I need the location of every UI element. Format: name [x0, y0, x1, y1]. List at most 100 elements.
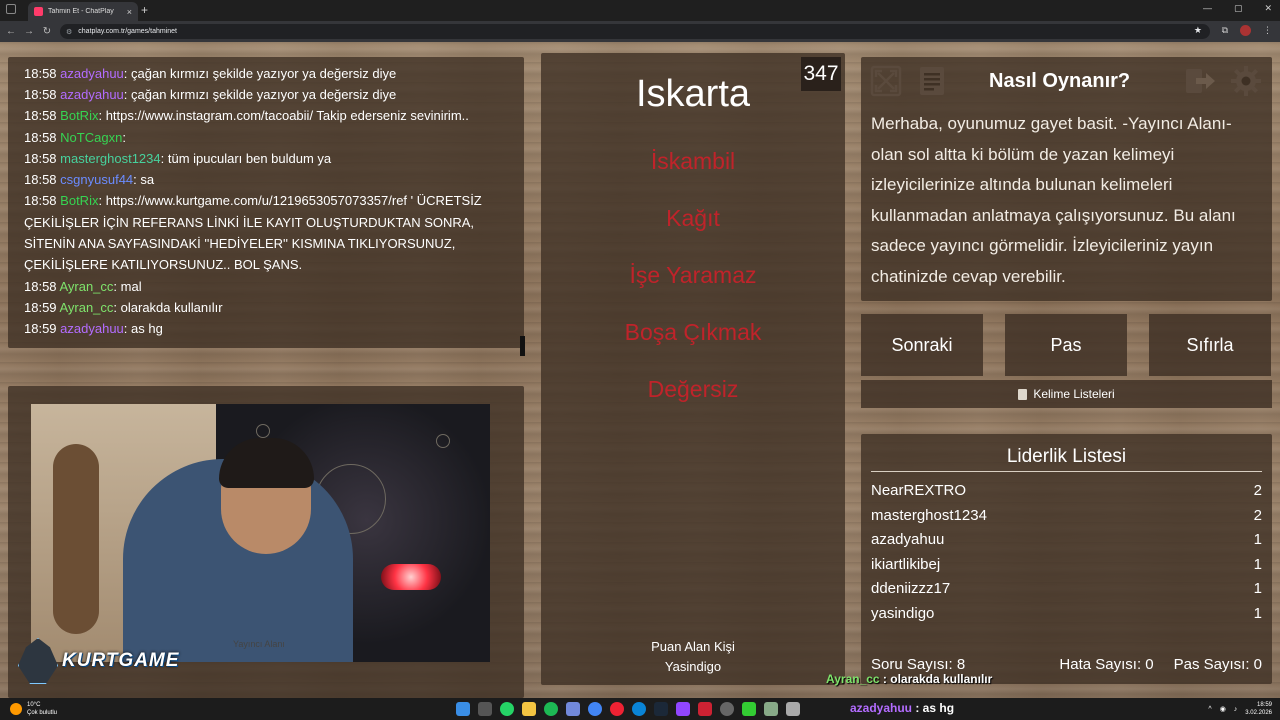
red-lamp: [381, 564, 441, 590]
edge-icon[interactable]: [632, 702, 646, 716]
leaderboard-row: masterghost1234 2: [871, 507, 1262, 524]
start-icon[interactable]: [456, 702, 470, 716]
task-view-icon[interactable]: [478, 702, 492, 716]
taskbar-ticker-message: : as hg: [912, 701, 955, 715]
app-icon[interactable]: [764, 702, 778, 716]
app-icon[interactable]: [742, 702, 756, 716]
leaderboard-row: NearREXTRO 2: [871, 482, 1262, 499]
document-icon[interactable]: [915, 64, 949, 98]
media-icon[interactable]: [698, 702, 712, 716]
pass-button[interactable]: Pas: [1005, 314, 1127, 376]
reset-button[interactable]: Sıfırla: [1149, 314, 1271, 376]
browser-tab[interactable]: Tahmin Et - ChatPlay ×: [28, 2, 138, 21]
steam-icon[interactable]: [654, 702, 668, 716]
weather-temp: 10°C: [27, 702, 41, 708]
chat-message: 18:58 azadyahuu: çağan kırmızı şekilde y…: [24, 84, 508, 105]
chat-text: : çağan kırmızı şekilde yazıyor ya değer…: [123, 66, 397, 81]
chat-username[interactable]: BotRix: [60, 108, 98, 123]
word-lists-button[interactable]: Kelime Listeleri: [861, 380, 1272, 408]
new-tab-button[interactable]: +: [141, 3, 148, 17]
chat-text: :: [122, 129, 126, 145]
leaderboard-row: azadyahuu 1: [871, 531, 1262, 548]
chat-text: : tüm ipucuları ben buldum ya: [160, 150, 332, 166]
tab-list-button[interactable]: [6, 4, 16, 14]
weather-desc: Çok bulutlu: [27, 710, 58, 716]
webcam-ornament: [53, 444, 99, 634]
maximize-button[interactable]: ▢: [1234, 3, 1243, 14]
leaderboard-row: ikiartlikibej 1: [871, 556, 1262, 573]
menu-icon[interactable]: ⋮: [1263, 25, 1272, 36]
weather-text: 10°C Çok bulutlu: [27, 701, 57, 717]
address-bar[interactable]: ⚙ chatplay.com.tr/games/tahminet ★: [60, 24, 1210, 39]
leaderboard-panel: Liderlik Listesi NearREXTRO 2 masterghos…: [861, 434, 1272, 684]
tray-chevron-icon[interactable]: ^: [1208, 706, 1211, 713]
chat-message: 18:59 Ayran_cc: olarakda kullanılır: [24, 297, 508, 318]
chat-username[interactable]: masterghost1234: [60, 151, 160, 166]
back-icon[interactable]: ←: [2, 26, 20, 37]
profile-avatar[interactable]: [1240, 25, 1251, 36]
chat-timestamp: 18:58: [24, 172, 57, 188]
streamer-area-caption: Yayıncı Alanı: [233, 639, 285, 649]
system-tray: ^ ◉ ♪ 18:59 3.02.2026: [1208, 701, 1272, 717]
chat-panel: 18:58 azadyahuu: çağan kırmızı şekilde y…: [8, 57, 524, 348]
twitch-icon[interactable]: [676, 702, 690, 716]
chat-username[interactable]: azadyahuu: [60, 321, 124, 336]
opera-icon[interactable]: [610, 702, 624, 716]
chat-timestamp: 18:58: [24, 108, 57, 124]
word-counter: 347: [801, 57, 841, 91]
minimize-button[interactable]: —: [1203, 3, 1212, 14]
whatsapp-icon[interactable]: [500, 702, 514, 716]
chat-username[interactable]: azadyahuu: [60, 66, 124, 81]
chat-username[interactable]: Ayran_cc: [59, 300, 113, 315]
tab-title: Tahmin Et - ChatPlay: [48, 8, 114, 15]
exit-icon[interactable]: [1183, 64, 1217, 98]
chat-username[interactable]: NoTCagxn: [60, 130, 122, 145]
chat-text: : mal: [113, 278, 142, 294]
network-icon[interactable]: ◉: [1220, 705, 1226, 713]
volume-icon[interactable]: ♪: [1234, 706, 1238, 713]
browser-nav-bar: ← → ↻ ⚙ chatplay.com.tr/games/tahminet ★…: [0, 21, 1280, 42]
forward-icon[interactable]: →: [20, 26, 38, 37]
chat-message: 18:58 NoTCagxn:: [24, 127, 508, 148]
logo-text: KURTGAME: [62, 650, 180, 671]
weather-widget[interactable]: 10°C Çok bulutlu: [10, 701, 57, 717]
player-score: 1: [1253, 556, 1262, 573]
chat-timestamp: 18:59: [24, 321, 57, 337]
help-text: Merhaba, oyunumuz gayet basit. -Yayıncı …: [871, 114, 1236, 286]
chrome-icon[interactable]: [588, 702, 602, 716]
chat-username[interactable]: Ayran_cc: [59, 279, 113, 294]
chat-scrollbar[interactable]: [520, 336, 525, 356]
bookmark-star-icon[interactable]: ★: [1194, 25, 1202, 36]
close-window-button[interactable]: ✕: [1264, 3, 1272, 14]
clock-date: 3.02.2026: [1245, 710, 1272, 716]
player-score: 2: [1253, 482, 1262, 499]
fullscreen-icon[interactable]: [869, 64, 903, 98]
help-title: Nasıl Oynanır?: [989, 70, 1131, 92]
help-header: Nasıl Oynanır?: [861, 57, 1272, 105]
app-icon[interactable]: [786, 702, 800, 716]
chat-timestamp: 18:58: [24, 87, 57, 103]
gear-icon[interactable]: [1229, 64, 1263, 98]
word-panel: Iskarta 347 İskambil Kağıt İşe Yaramaz B…: [541, 53, 845, 685]
chat-text: : olarakda kullanılır: [113, 300, 223, 316]
chat-username[interactable]: azadyahuu: [60, 87, 124, 102]
taboo-word: İşe Yaramaz: [629, 262, 757, 288]
tab-close-icon[interactable]: ×: [127, 7, 132, 17]
chat-text: : https://www.instagram.com/tacoabii/ Ta…: [98, 108, 469, 124]
spotify-icon[interactable]: [544, 702, 558, 716]
site-info-icon[interactable]: ⚙: [66, 28, 72, 36]
next-button[interactable]: Sonraki: [861, 314, 983, 376]
reload-icon[interactable]: ↻: [38, 26, 56, 37]
obs-icon[interactable]: [720, 702, 734, 716]
taboo-word: İskambil: [650, 148, 736, 174]
taskbar-apps: [456, 702, 800, 716]
url-text[interactable]: chatplay.com.tr/games/tahminet: [78, 28, 177, 35]
taskbar-chat-ticker: azadyahuu : as hg: [850, 701, 954, 715]
chat-username[interactable]: BotRix: [60, 193, 98, 208]
clock[interactable]: 18:59 3.02.2026: [1245, 701, 1272, 717]
discord-icon[interactable]: [566, 702, 580, 716]
chat-text: : sa: [133, 172, 155, 188]
chat-username[interactable]: csgnyusuf44: [60, 172, 133, 187]
file-explorer-icon[interactable]: [522, 702, 536, 716]
extensions-icon[interactable]: ⧉: [1222, 25, 1228, 36]
